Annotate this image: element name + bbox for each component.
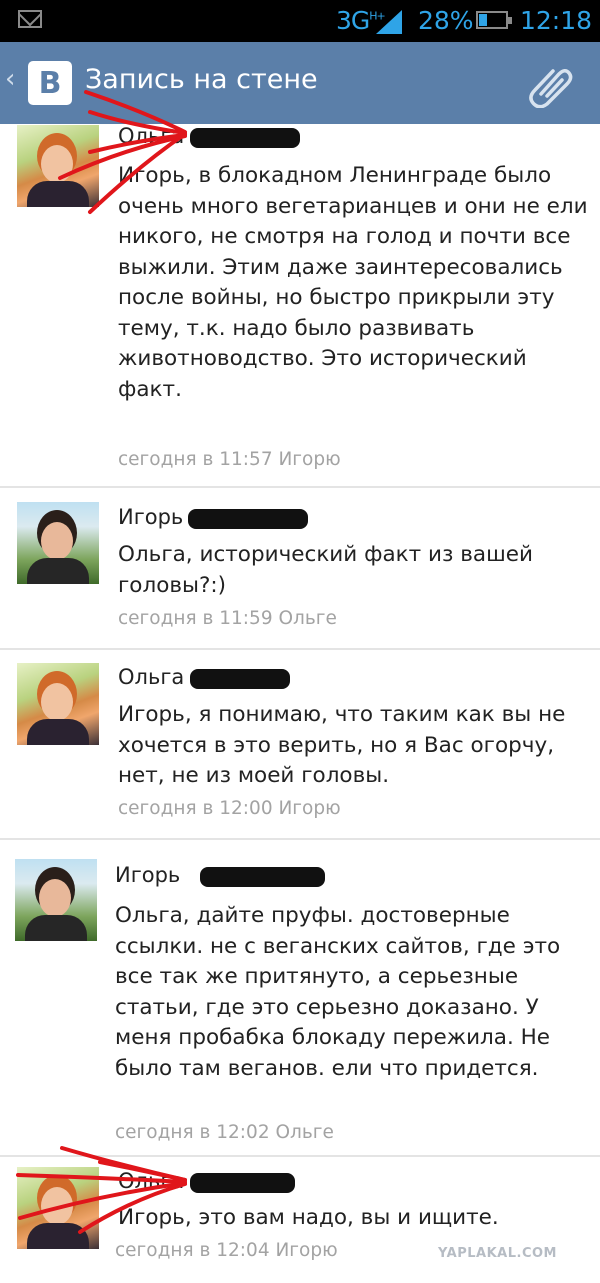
redaction-scribble xyxy=(188,509,308,529)
comment-meta[interactable]: сегодня в 11:57 Игорю xyxy=(118,449,341,470)
signal-icon xyxy=(376,10,402,34)
comment-meta[interactable]: сегодня в 12:02 Ольге xyxy=(115,1122,334,1143)
battery-percent: 28% xyxy=(418,6,474,35)
app-header: ‹ B Запись на стене xyxy=(0,42,600,124)
comment: Ольга Игорь, это вам надо, вы и ищите. с… xyxy=(0,1165,600,1283)
comment: Ольга Игорь, в блокадном Ленинграде было… xyxy=(0,124,600,488)
avatar[interactable] xyxy=(17,1167,99,1249)
avatar[interactable] xyxy=(17,663,99,745)
comment-text: Игорь, я понимаю, что таким как вы не хо… xyxy=(118,702,566,788)
comment-text: Ольга, дайте пруфы. достоверные ссылки. … xyxy=(115,903,561,1081)
divider xyxy=(0,648,600,650)
comment-author[interactable]: Ольга xyxy=(118,124,184,148)
comment-author[interactable]: Игорь xyxy=(115,863,180,887)
comment-text: Игорь, в блокадном Ленинграде было очень… xyxy=(118,163,588,402)
redaction-scribble xyxy=(190,1173,295,1193)
redaction-scribble xyxy=(200,867,325,887)
comment-meta[interactable]: сегодня в 11:59 Ольге xyxy=(118,608,337,629)
status-bar: 3GH+ 28% 12:18 xyxy=(0,0,600,42)
avatar[interactable] xyxy=(17,125,99,207)
avatar[interactable] xyxy=(17,502,99,584)
paperclip-icon[interactable] xyxy=(527,60,575,108)
divider xyxy=(0,838,600,840)
back-icon[interactable]: ‹ xyxy=(5,64,15,94)
comment: Ольга Игорь, я понимаю, что таким как вы… xyxy=(0,660,600,840)
page-title: Запись на стене xyxy=(85,64,318,95)
vk-logo-icon[interactable]: B xyxy=(28,61,72,105)
divider xyxy=(0,1155,600,1157)
comment-author[interactable]: Ольга xyxy=(118,665,184,689)
comment-author[interactable]: Ольга xyxy=(118,1169,184,1193)
redaction-scribble xyxy=(190,669,290,689)
clock: 12:18 xyxy=(520,6,593,35)
comment: Игорь Ольга, исторический факт из вашей … xyxy=(0,500,600,650)
comment-meta[interactable]: сегодня в 12:00 Игорю xyxy=(118,798,341,819)
watermark: YAPLAKAL.COM xyxy=(438,1246,557,1261)
comment-text: Ольга, исторический факт из вашей головы… xyxy=(118,542,533,598)
mail-icon xyxy=(18,10,42,28)
comment: Игорь Ольга, дайте пруфы. достоверные сс… xyxy=(0,855,600,1155)
divider xyxy=(0,486,600,488)
comment-meta[interactable]: сегодня в 12:04 Игорю xyxy=(115,1240,338,1261)
comment-author[interactable]: Игорь xyxy=(118,505,183,529)
redaction-scribble xyxy=(190,128,300,148)
battery-icon xyxy=(476,11,512,29)
avatar[interactable] xyxy=(15,859,97,941)
comment-text: Игорь, это вам надо, вы и ищите. xyxy=(118,1205,499,1230)
